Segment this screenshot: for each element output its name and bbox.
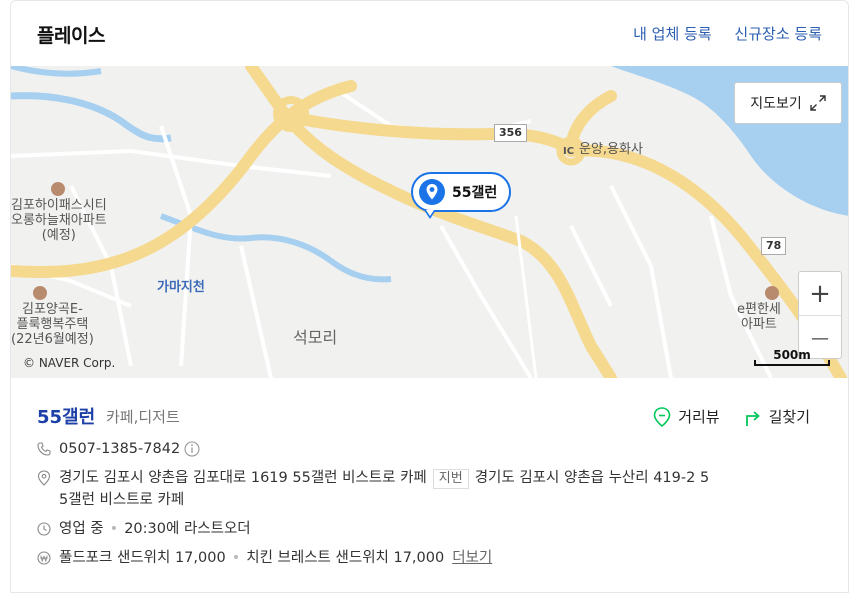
street-view-button[interactable]: 거리뷰	[653, 406, 720, 427]
more-link[interactable]: 더보기	[452, 547, 492, 569]
location-pin-icon	[419, 179, 445, 205]
poi-gamaji: 가마지천	[157, 280, 205, 295]
menu-item: 풀드포크 샌드위치 17,000	[59, 550, 226, 566]
ic-badge: IC	[563, 146, 575, 157]
marker-tail	[424, 210, 436, 219]
marker-label: 55갤런	[452, 185, 498, 201]
place-info: 55갤런 카페,디저트 거리뷰 길찾기 0507-1385-7842 경기도 김…	[11, 378, 848, 592]
header-links: 내 업체 등록 신규장소 등록	[615, 23, 822, 44]
clock-icon	[37, 518, 53, 540]
scale-bar	[754, 360, 830, 366]
directions-label: 길찾기	[768, 408, 810, 426]
map-label-unyang: 운양,용화사	[579, 142, 643, 157]
apartment-icon	[765, 286, 779, 300]
expand-icon	[810, 95, 826, 111]
map-scale: 500m	[754, 348, 830, 368]
map-view-label: 지도보기	[750, 96, 802, 112]
road-356-shield: 356	[494, 124, 527, 142]
directions-icon	[745, 410, 760, 426]
apartment-icon	[33, 286, 47, 300]
poi-e-pyeonhan: e편한세 아파트	[737, 286, 781, 332]
address-row: 경기도 김포시 양촌읍 김포대로 1619 55갤런 비스트로 카페 지번 경기도 …	[37, 467, 827, 511]
place-category: 카페,디저트	[106, 408, 180, 426]
apartment-icon	[51, 182, 65, 196]
place-card: 플레이스 내 업체 등록 신규장소 등록 356 78 IC 운양,용화사 김포…	[10, 0, 849, 593]
place-name[interactable]: 55갤런	[37, 403, 95, 429]
zoom-in-button[interactable]: +	[799, 272, 841, 316]
hours-note: 20:30에 라스트오더	[124, 521, 251, 537]
map-view[interactable]: 356 78 IC 운양,용화사 김포하이패스시티 오롱하늘채아파트 (예정) …	[11, 66, 848, 378]
place-marker[interactable]: 55갤런	[411, 172, 512, 212]
jibun-address-line1: 경기도 김포시 양촌읍 누산리 419-2 5	[474, 470, 710, 486]
place-actions: 거리뷰 길찾기	[629, 406, 810, 427]
poi-gimpo-hi-pass: 김포하이패스시티 오롱하늘채아파트 (예정)	[11, 182, 107, 243]
info-icon[interactable]	[184, 438, 200, 460]
phone-row: 0507-1385-7842	[37, 438, 200, 460]
page-title: 플레이스	[37, 25, 105, 47]
street-view-icon	[653, 406, 671, 427]
hours-status: 영업 중	[59, 521, 104, 537]
map-copyright: © NAVER Corp.	[23, 356, 116, 370]
zoom-controls: + —	[798, 271, 842, 359]
menu-row: 풀드포크 샌드위치 17,000 • 치킨 브레스트 샌드위치 17,000 더…	[37, 547, 492, 569]
separator-dot: •	[231, 550, 241, 566]
menu-item: 치킨 브레스트 샌드위치 17,000	[246, 550, 445, 566]
won-icon	[37, 547, 53, 569]
phone-icon	[37, 438, 53, 460]
map-background	[11, 66, 848, 378]
separator-dot: •	[109, 521, 119, 537]
address-text: 경기도 김포시 양촌읍 김포대로 1619 55갤런 비스트로 카페 지번 경기도 …	[59, 467, 709, 511]
poi-gimpo-yanggok: 김포양곡E- 플룩행복주택 (22년6월예정)	[11, 286, 94, 347]
directions-button[interactable]: 길찾기	[744, 406, 810, 427]
map-view-button[interactable]: 지도보기	[734, 82, 842, 124]
road-78-shield: 78	[761, 237, 787, 255]
poi-seokmori: 석모리	[293, 328, 338, 347]
road-address: 경기도 김포시 양촌읍 김포대로 1619 55갤런 비스트로 카페	[59, 470, 427, 486]
phone-number[interactable]: 0507-1385-7842	[59, 438, 180, 460]
jibun-address-line2: 5갤런 비스트로 카페	[59, 492, 185, 508]
register-new-place-link[interactable]: 신규장소 등록	[734, 25, 822, 43]
street-view-label: 거리뷰	[678, 408, 720, 426]
hours-row: 영업 중 • 20:30에 라스트오더	[37, 518, 251, 540]
location-icon	[37, 467, 53, 489]
place-header: 플레이스 내 업체 등록 신규장소 등록	[11, 1, 848, 66]
jibun-tag: 지번	[432, 469, 469, 489]
register-business-link[interactable]: 내 업체 등록	[633, 25, 712, 43]
